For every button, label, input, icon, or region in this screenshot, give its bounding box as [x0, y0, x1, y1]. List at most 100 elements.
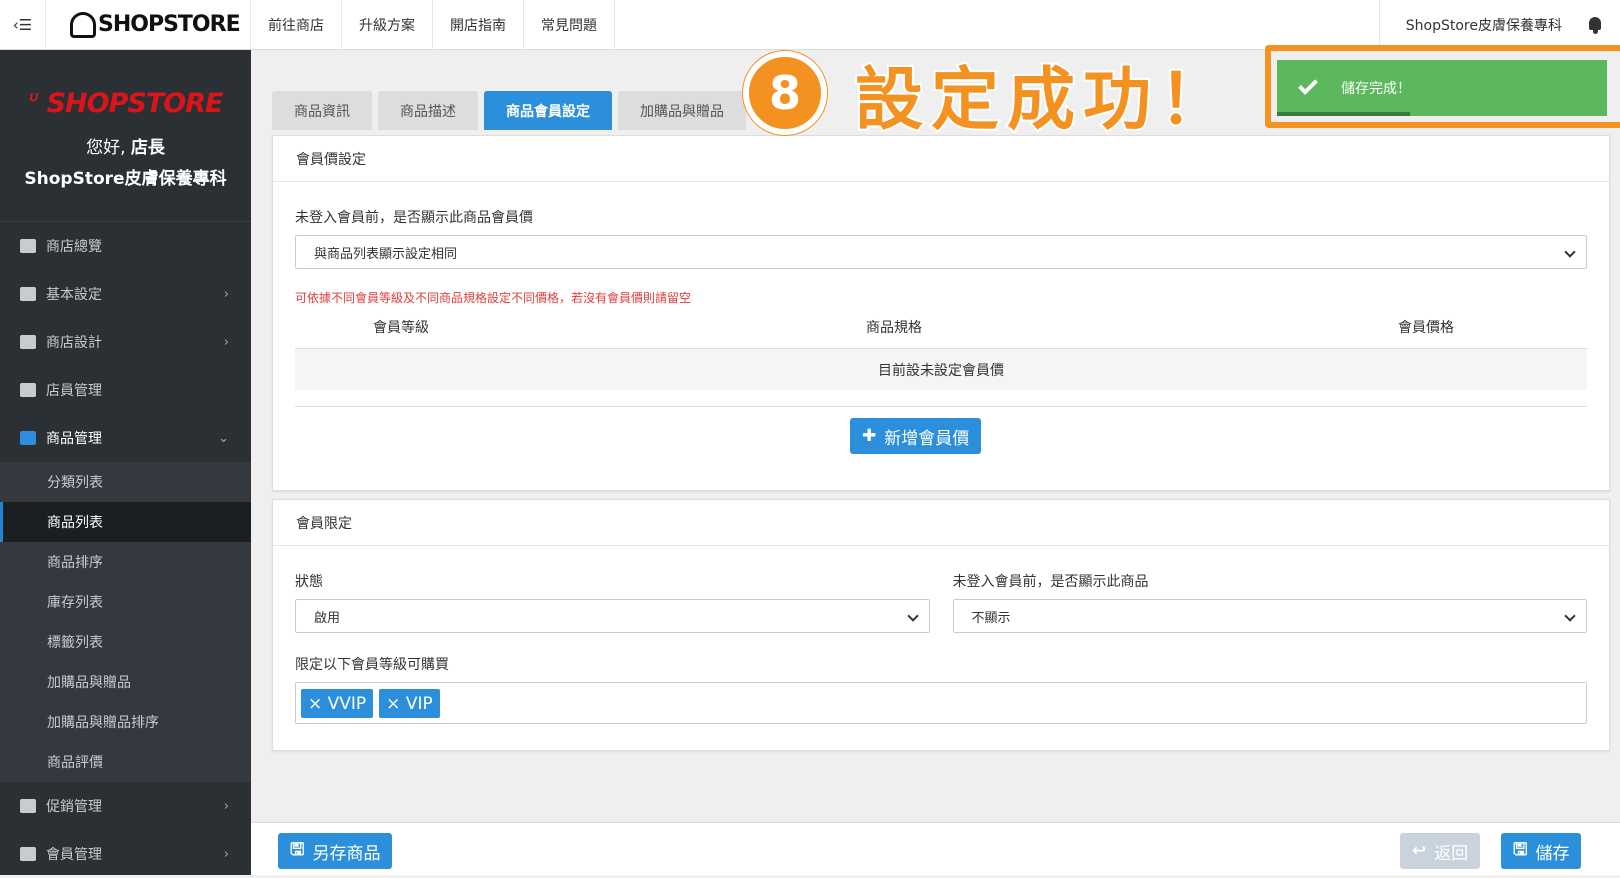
gift-icon: [20, 799, 36, 813]
top-right: ShopStore皮膚保養專科: [1378, 0, 1620, 50]
step-callout: 8 設定成功！: [743, 50, 1235, 142]
cart-icon: [20, 431, 36, 445]
sidebar-header: ᐡ SHOPSTORE 您好, 店長 ShopStore皮膚保養專科: [0, 50, 251, 222]
panel-title: 會員限定: [273, 500, 1609, 546]
column-header: 商品規格: [866, 320, 922, 336]
magic-wand-icon: [20, 335, 36, 349]
sidebar-item-staff[interactable]: 店員管理: [0, 366, 251, 414]
sidebar-item-label: 基本設定: [46, 287, 102, 303]
product-tabs: 商品資訊 商品描述 商品會員設定 加購品與贈品: [272, 91, 746, 130]
top-nav: 前往商店 升級方案 開店指南 常見問題: [251, 0, 615, 50]
nav-link-faq[interactable]: 常見問題: [524, 0, 615, 50]
shopstore-logo[interactable]: SHOPSTORE: [46, 0, 251, 50]
step-number-badge: 8: [743, 51, 827, 135]
save-as-product-button[interactable]: 🖫 另存商品: [278, 833, 393, 869]
logo-mark-icon: [70, 11, 96, 38]
sidebar-menu: 商店總覽 基本設定 › 商店設計 › 店員管理 商品管理 ⌄ 分類列表 商品列表 商品…: [0, 222, 251, 878]
main-content: 商品資訊 商品描述 商品會員設定 加購品與贈品 會員價設定 未登入會員前，是否顯…: [251, 50, 1620, 875]
status-label: 狀態: [295, 574, 323, 590]
users-icon: [20, 847, 36, 861]
greeting: 您好, 店長: [0, 133, 251, 158]
sidebar-item-basic-settings[interactable]: 基本設定 ›: [0, 270, 251, 318]
submenu-item-addons-sort[interactable]: 加購品與贈品排序: [0, 702, 251, 742]
user-role: 店長: [130, 138, 165, 158]
lock-icon: [20, 383, 36, 397]
member-limit-panel: 會員限定 狀態 啟用 未登入會員前，是否顯示此商品 不顯示 限定以下會員等級可購…: [272, 499, 1610, 751]
select-value: 不顯示: [971, 610, 1011, 626]
logo-text: SHOPSTORE: [98, 12, 241, 37]
submenu-item-product-sort[interactable]: 商品排序: [0, 542, 251, 582]
member-level-tag[interactable]: × VIP: [379, 689, 440, 718]
bottom-action-bar: 🖫 另存商品 ↩ 返回 🖫 儲存: [251, 822, 1620, 875]
button-label: 另存商品: [312, 843, 381, 864]
sidebar-item-label: 商店設計: [46, 335, 102, 351]
sidebar-item-label: 會員管理: [46, 847, 102, 863]
sidebar-logo-text: SHOPSTORE: [46, 88, 224, 119]
button-label: 返回: [1434, 843, 1469, 864]
sidebar-item-label: 商品管理: [46, 431, 102, 447]
button-label: 儲存: [1535, 843, 1570, 864]
member-level-tag[interactable]: × VVIP: [301, 689, 374, 718]
sidebar: ᐡ SHOPSTORE 您好, 店長 ShopStore皮膚保養專科 商店總覽 …: [0, 50, 251, 875]
sidebar-item-members[interactable]: 會員管理 ›: [0, 830, 251, 878]
chevron-down-icon: ⌄: [218, 430, 229, 446]
guest-visibility-select[interactable]: 不顯示: [952, 599, 1587, 633]
floppy-icon: 🖫: [290, 839, 305, 860]
chevron-right-icon: ›: [223, 286, 229, 302]
submenu-item-inventory[interactable]: 庫存列表: [0, 582, 251, 622]
sidebar-item-promotions[interactable]: 促銷管理 ›: [0, 782, 251, 830]
tab-member-settings[interactable]: 商品會員設定: [484, 91, 612, 130]
products-submenu: 分類列表 商品列表 商品排序 庫存列表 標籤列表 加購品與贈品 加購品與贈品排序…: [0, 462, 251, 782]
plus-icon: ✚: [862, 426, 877, 446]
add-member-price-button[interactable]: ✚ 新增會員價: [850, 418, 982, 454]
member-price-empty-row: 目前設未設定會員價: [295, 348, 1587, 390]
sidebar-toggle-button[interactable]: ‹☰: [0, 0, 46, 50]
tab-product-info[interactable]: 商品資訊: [272, 91, 372, 130]
tab-addons-gifts[interactable]: 加購品與贈品: [618, 91, 746, 130]
sidebar-item-products[interactable]: 商品管理 ⌄: [0, 414, 251, 462]
chevron-right-icon: ›: [223, 334, 229, 350]
guest-visibility-label: 未登入會員前，是否顯示此商品: [952, 574, 1149, 590]
select-value: 啟用: [314, 610, 341, 626]
chevron-right-icon: ›: [223, 798, 229, 814]
save-button[interactable]: 🖫 儲存: [1501, 833, 1582, 869]
status-select[interactable]: 啟用: [295, 599, 930, 633]
bank-icon: [20, 287, 36, 301]
sidebar-item-store-design[interactable]: 商店設計 ›: [0, 318, 251, 366]
panel-title: 會員價設定: [273, 136, 1609, 182]
select-value: 與商品列表顯示設定相同: [314, 246, 458, 262]
tab-product-description[interactable]: 商品描述: [378, 91, 478, 130]
guest-price-label: 未登入會員前，是否顯示此商品會員價: [295, 210, 533, 226]
submenu-item-product-list[interactable]: 商品列表: [0, 502, 251, 542]
sidebar-item-label: 促銷管理: [46, 799, 102, 815]
sidebar-item-overview[interactable]: 商店總覽: [0, 222, 251, 270]
top-bar: ‹☰ SHOPSTORE 前往商店 升級方案 開店指南 常見問題 ShopSto…: [0, 0, 1620, 50]
button-label: 新增會員價: [884, 428, 970, 449]
member-price-hint: 可依據不同會員等級及不同商品規格設定不同價格，若沒有會員價則請留空: [295, 291, 692, 305]
sidebar-shop-name: ShopStore皮膚保養專科: [24, 169, 227, 189]
submenu-item-tags[interactable]: 標籤列表: [0, 622, 251, 662]
bell-icon[interactable]: [1586, 16, 1604, 34]
reply-arrow-icon: ↩: [1412, 841, 1427, 861]
nav-link-upgrade[interactable]: 升級方案: [342, 0, 433, 50]
column-header: 會員等級: [373, 320, 429, 336]
member-levels-input[interactable]: × VVIP × VIP: [295, 682, 1587, 724]
chevron-right-icon: ›: [223, 846, 229, 862]
nav-link-store[interactable]: 前往商店: [251, 0, 342, 50]
dashboard-icon: [20, 239, 36, 253]
divider: [295, 406, 1587, 407]
nav-link-guide[interactable]: 開店指南: [433, 0, 524, 50]
column-header: 會員價格: [1398, 320, 1454, 336]
guest-price-select[interactable]: 與商品列表顯示設定相同: [295, 235, 1587, 269]
member-price-table-header: 會員等級 商品規格 會員價格: [295, 306, 1587, 348]
submenu-item-reviews[interactable]: 商品評價: [0, 742, 251, 782]
greeting-text: 您好,: [86, 138, 126, 158]
floppy-icon: 🖫: [1513, 839, 1528, 860]
sidebar-item-label: 店員管理: [46, 383, 102, 399]
submenu-item-addons[interactable]: 加購品與贈品: [0, 662, 251, 702]
back-button[interactable]: ↩ 返回: [1400, 833, 1481, 869]
highlight-box: [1265, 45, 1620, 128]
member-levels-label: 限定以下會員等級可購買: [295, 657, 449, 673]
submenu-item-categories[interactable]: 分類列表: [0, 462, 251, 502]
shop-name-link[interactable]: ShopStore皮膚保養專科: [1406, 15, 1562, 35]
